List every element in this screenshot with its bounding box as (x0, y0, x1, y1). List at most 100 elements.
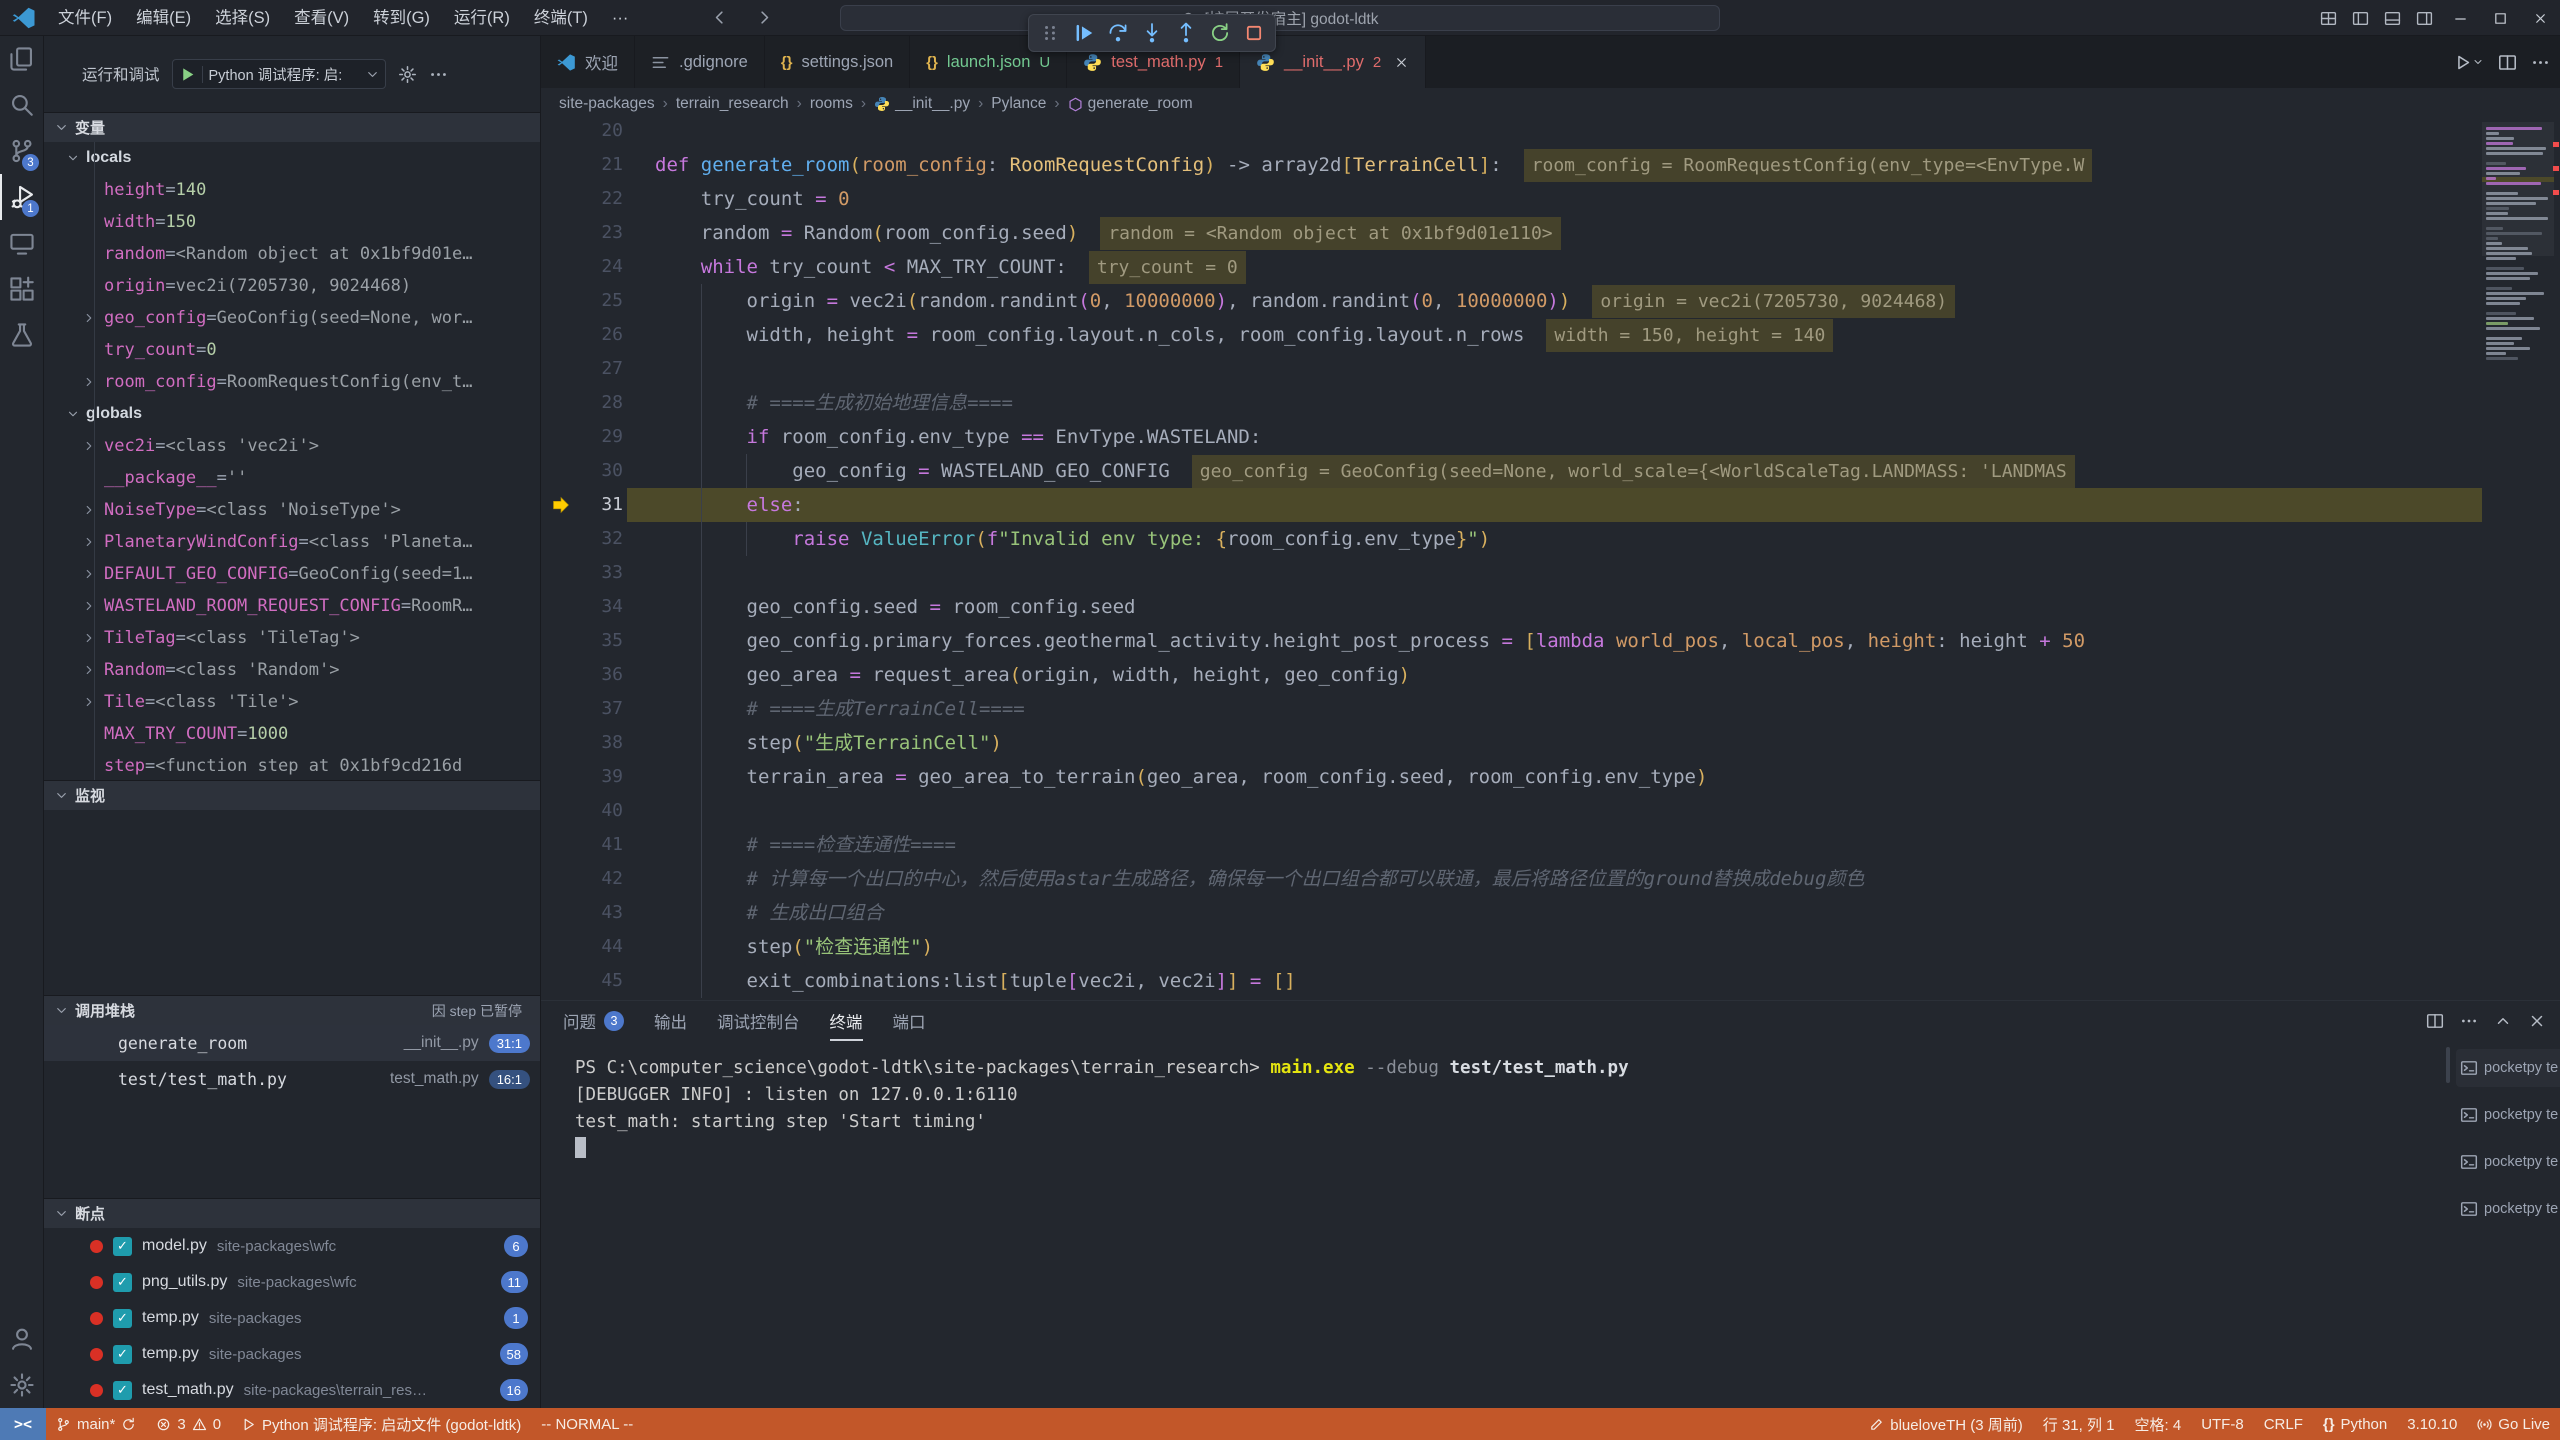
activity-source-control[interactable]: 3 (0, 128, 43, 174)
code-line[interactable]: 22 try_count = 0 (541, 182, 2560, 216)
line-content[interactable]: width, height = room_config.layout.n_col… (627, 318, 2482, 352)
line-content[interactable]: terrain_area = geo_area_to_terrain(geo_a… (627, 760, 2482, 794)
debug-settings-gear-icon[interactable] (398, 65, 417, 84)
line-content[interactable]: step("生成TerrainCell") (627, 726, 2482, 760)
window-maximize-button[interactable] (2480, 0, 2520, 36)
line-content[interactable] (627, 120, 2482, 148)
status-vim-mode[interactable]: -- NORMAL -- (531, 1408, 643, 1440)
status-cursor-position[interactable]: 行 31, 列 1 (2033, 1408, 2125, 1440)
line-content[interactable]: geo_config.seed = room_config.seed (627, 590, 2482, 624)
code-line[interactable]: 42 # 计算每一个出口的中心，然后使用astar生成路径，确保每一个出口组合都… (541, 862, 2560, 896)
remote-indicator[interactable]: >< (0, 1408, 46, 1440)
line-content[interactable]: while try_count < MAX_TRY_COUNT:try_coun… (627, 250, 2482, 284)
debug-configuration-dropdown[interactable]: Python 调试程序: 启: (172, 59, 386, 89)
variable-row[interactable]: NoiseType = <class 'NoiseType'> (44, 494, 540, 526)
activity-extensions[interactable] (0, 266, 43, 312)
code-line[interactable]: 43 # 生成出口组合 (541, 896, 2560, 930)
breadcrumb-item[interactable]: __init__.py (874, 95, 970, 113)
code-line[interactable]: 33 (541, 556, 2560, 590)
variables-tree[interactable]: localsheight = 140width = 150random = <R… (44, 142, 540, 780)
variable-row[interactable]: TileTag = <class 'TileTag'> (44, 622, 540, 654)
glyph-margin[interactable] (541, 862, 581, 896)
breakpoint-checkbox[interactable]: ✓ (113, 1273, 132, 1292)
breadcrumb-item[interactable]: Pylance (991, 95, 1046, 113)
glyph-margin[interactable] (541, 828, 581, 862)
line-content[interactable]: geo_area = request_area(origin, width, h… (627, 658, 2482, 692)
panel-maximize-icon[interactable] (2494, 1012, 2512, 1030)
line-content[interactable]: # ====生成TerrainCell==== (627, 692, 2482, 726)
variable-row[interactable]: PlanetaryWindConfig = <class 'Planeta… (44, 526, 540, 558)
glyph-margin[interactable] (541, 420, 581, 454)
code-line[interactable]: 25 origin = vec2i(random.randint(0, 1000… (541, 284, 2560, 318)
activity-manage[interactable] (0, 1362, 43, 1408)
breadcrumb[interactable]: site-packages›terrain_research›rooms›__i… (541, 88, 2560, 120)
glyph-margin[interactable] (541, 182, 581, 216)
status-eol[interactable]: CRLF (2254, 1408, 2313, 1440)
glyph-margin[interactable] (541, 284, 581, 318)
variable-row[interactable]: origin = vec2i(7205730, 9024468) (44, 270, 540, 302)
variable-row[interactable]: try_count = 0 (44, 334, 540, 366)
split-terminal-icon[interactable] (2426, 1012, 2444, 1030)
activity-run-and-debug[interactable]: 1 (0, 174, 43, 220)
code-line[interactable]: 41 # ====检查连通性==== (541, 828, 2560, 862)
variable-row[interactable]: room_config = RoomRequestConfig(env_t… (44, 366, 540, 398)
glyph-margin[interactable] (541, 352, 581, 386)
glyph-margin[interactable] (541, 726, 581, 760)
terminal-instance[interactable]: pocketpy te… (2456, 1143, 2560, 1181)
code-line[interactable]: 35 geo_config.primary_forces.geothermal_… (541, 624, 2560, 658)
line-content[interactable]: try_count = 0 (627, 182, 2482, 216)
glyph-margin[interactable] (541, 692, 581, 726)
code-line[interactable]: 28 # ====生成初始地理信息==== (541, 386, 2560, 420)
glyph-margin[interactable] (541, 250, 581, 284)
line-content[interactable]: geo_config = WASTELAND_GEO_CONFIGgeo_con… (627, 454, 2482, 488)
menu-item-6[interactable]: 终端(T) (522, 9, 600, 27)
line-content[interactable]: # 计算每一个出口的中心，然后使用astar生成路径，确保每一个出口组合都可以联… (627, 862, 2482, 896)
menu-item-1[interactable]: 编辑(E) (124, 9, 203, 27)
stack-frame[interactable]: generate_room__init__.py31:1 (44, 1025, 540, 1061)
line-content[interactable] (627, 352, 2482, 386)
panel-tab-输出[interactable]: 输出 (654, 1001, 687, 1041)
line-content[interactable]: if room_config.env_type == EnvType.WASTE… (627, 420, 2482, 454)
activity-explorer[interactable] (0, 36, 43, 82)
layout-panel-icon[interactable] (2376, 0, 2408, 36)
breakpoint-row[interactable]: ✓test_math.pysite-packages\terrain_res…1… (44, 1372, 540, 1408)
split-editor-icon[interactable] (2498, 53, 2517, 72)
glyph-margin[interactable] (541, 964, 581, 998)
breadcrumb-item[interactable]: terrain_research (676, 95, 789, 113)
code-line[interactable]: 24 while try_count < MAX_TRY_COUNT:try_c… (541, 250, 2560, 284)
code-line[interactable]: 45 exit_combinations:list[tuple[vec2i, v… (541, 964, 2560, 998)
glyph-margin[interactable] (541, 216, 581, 250)
line-content[interactable] (627, 794, 2482, 828)
status-problems[interactable]: 30 (146, 1408, 231, 1440)
step-out-button[interactable] (1171, 18, 1201, 48)
breakpoint-row[interactable]: ✓temp.pysite-packages1 (44, 1300, 540, 1336)
variable-row[interactable]: width = 150 (44, 206, 540, 238)
tab-close-icon[interactable] (1394, 55, 1409, 70)
start-debug-icon[interactable] (173, 66, 203, 83)
stack-frame[interactable]: test/test_math.pytest_math.py16:1 (44, 1061, 540, 1097)
breadcrumb-item[interactable]: generate_room (1068, 95, 1193, 113)
section-call-stack[interactable]: 调用堆栈 因 step 已暂停 (44, 995, 540, 1025)
variable-row[interactable]: DEFAULT_GEO_CONFIG = GeoConfig(seed=1… (44, 558, 540, 590)
menu-item-3[interactable]: 查看(V) (282, 9, 361, 27)
breadcrumb-item[interactable]: rooms (810, 95, 853, 113)
menu-item-0[interactable]: 文件(F) (46, 9, 124, 27)
line-content[interactable]: else: (627, 488, 2482, 522)
stop-button[interactable] (1239, 18, 1269, 48)
status-python-version[interactable]: 3.10.10 (2397, 1408, 2467, 1440)
continue-button[interactable] (1069, 18, 1099, 48)
breadcrumb-item[interactable]: site-packages (559, 95, 655, 113)
terminal-instance[interactable]: pocketpy te… (2456, 1049, 2560, 1087)
code-line[interactable]: 34 geo_config.seed = room_config.seed (541, 590, 2560, 624)
variable-row[interactable]: geo_config = GeoConfig(seed=None, wor… (44, 302, 540, 334)
status-gitlens-blame[interactable]: blueloveTH (3 周前) (1859, 1408, 2033, 1440)
nav-forward-icon[interactable] (755, 8, 774, 27)
watch-list[interactable] (44, 810, 540, 995)
status-indentation[interactable]: 空格: 4 (2125, 1408, 2192, 1440)
menu-item-7[interactable]: ··· (600, 9, 640, 27)
line-content[interactable]: step("检查连通性") (627, 930, 2482, 964)
minimap[interactable] (2486, 122, 2550, 362)
variable-row[interactable]: vec2i = <class 'vec2i'> (44, 430, 540, 462)
panel-tab-调试控制台[interactable]: 调试控制台 (717, 1001, 800, 1041)
code-line[interactable]: 29 if room_config.env_type == EnvType.WA… (541, 420, 2560, 454)
